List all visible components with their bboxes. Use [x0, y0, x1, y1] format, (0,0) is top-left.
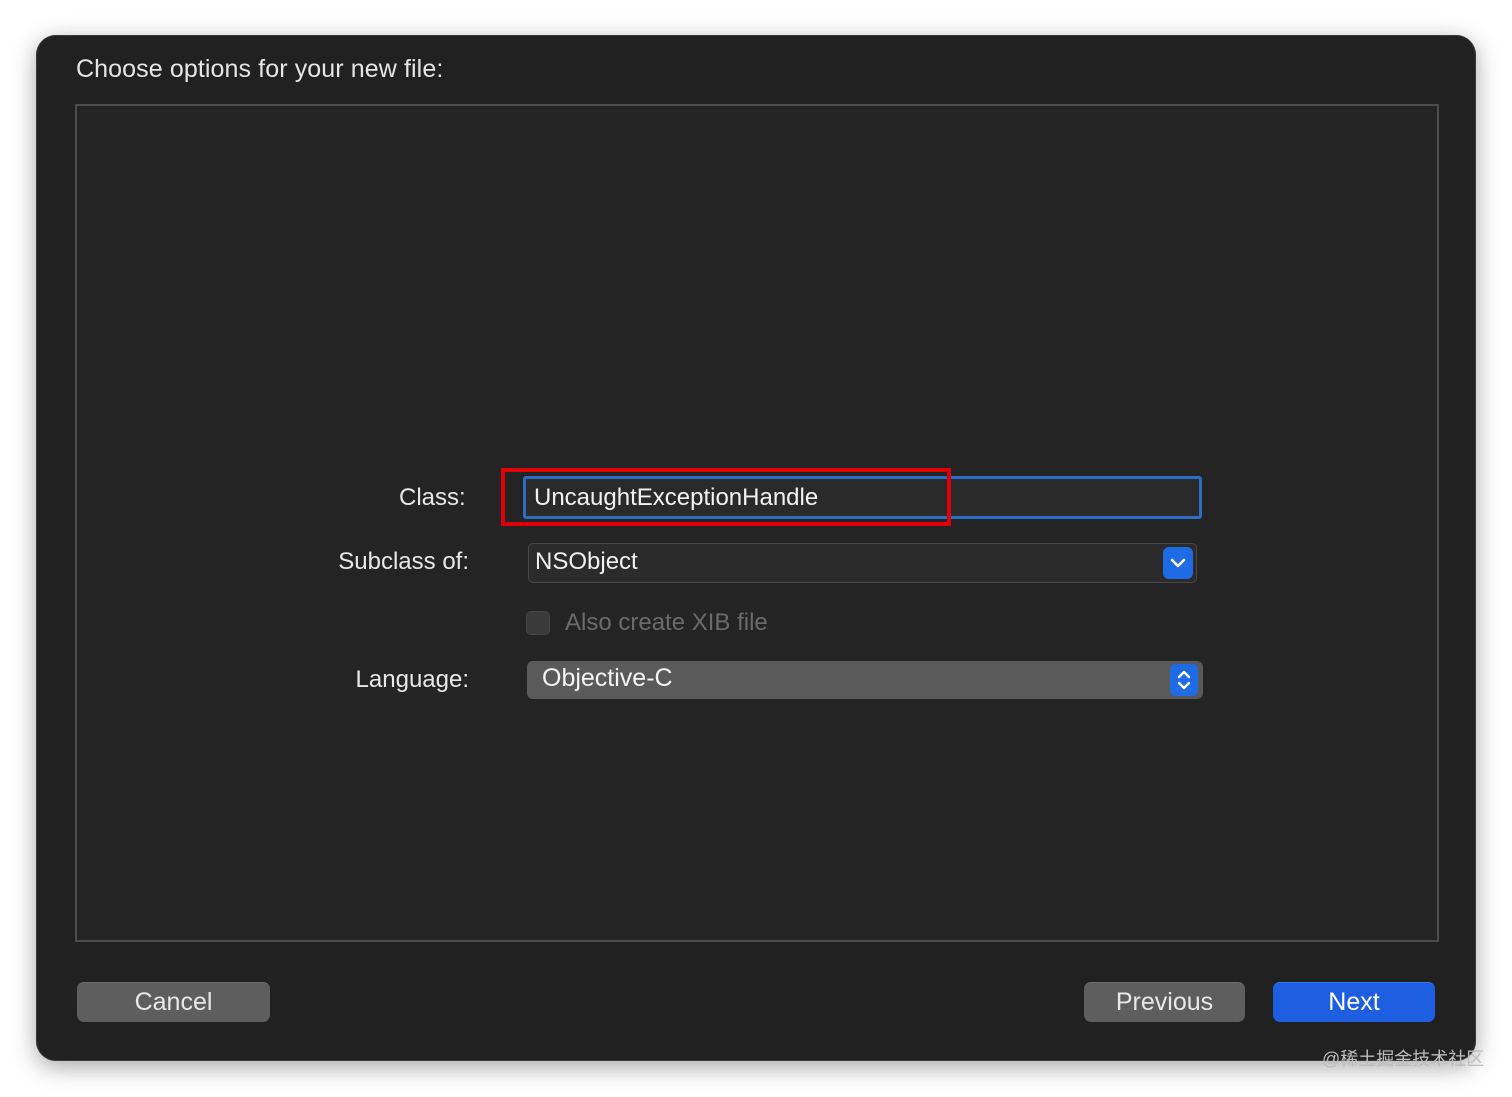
xib-checkbox — [526, 611, 550, 635]
class-name-input[interactable] — [534, 479, 1184, 516]
subclass-value[interactable]: NSObject — [535, 548, 638, 576]
class-name-field[interactable] — [523, 476, 1202, 519]
subclass-label: Subclass of: — [338, 548, 469, 575]
subclass-combo-box[interactable]: NSObject — [528, 543, 1197, 583]
class-label: Class: — [399, 484, 466, 511]
language-label: Language: — [355, 666, 469, 693]
dialog-title: Choose options for your new file: — [76, 55, 444, 83]
chevron-down-icon[interactable] — [1163, 547, 1193, 579]
cancel-button[interactable]: Cancel — [77, 982, 270, 1022]
options-panel: Class: Subclass of: NSObject Also create… — [75, 104, 1439, 942]
previous-button[interactable]: Previous — [1084, 982, 1245, 1022]
watermark: @稀土掘金技术社区 — [1322, 1049, 1485, 1069]
language-popup-button[interactable]: Objective-C — [527, 661, 1203, 699]
language-value[interactable]: Objective-C — [542, 664, 673, 693]
chevron-up-down-icon[interactable] — [1170, 664, 1198, 696]
xib-checkbox-label: Also create XIB file — [565, 609, 768, 636]
next-button[interactable]: Next — [1273, 982, 1435, 1022]
new-file-options-dialog: Choose options for your new file: Class:… — [36, 35, 1476, 1061]
